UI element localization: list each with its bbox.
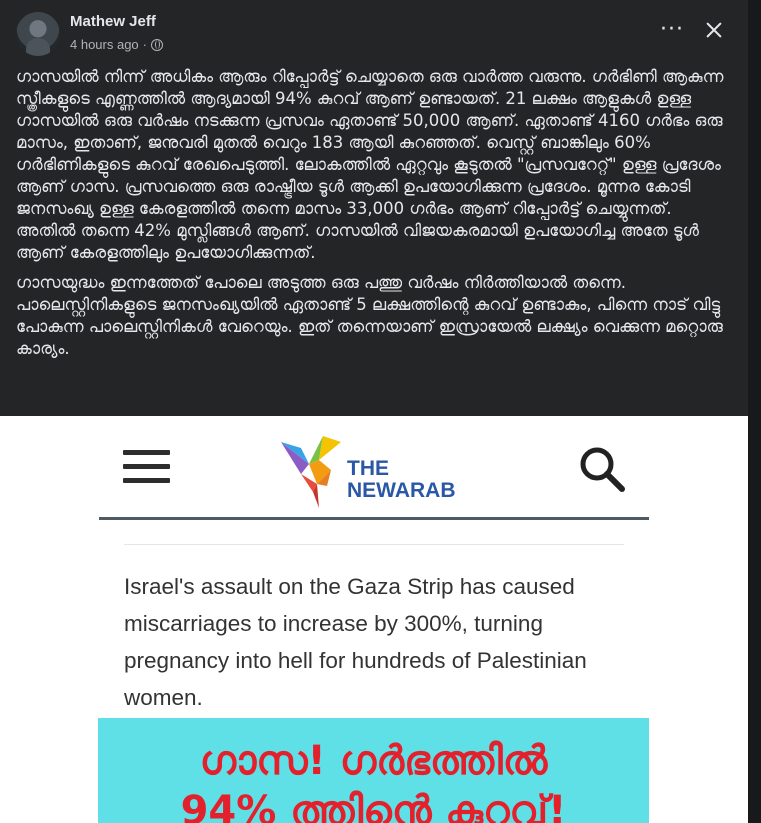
more-options-icon[interactable]: ··· xyxy=(660,19,684,41)
post-paragraph: ഗാസയുദ്ധം ഇന്നത്തേത് പോലെ അടുത്ത ഒരു പത്… xyxy=(16,273,723,358)
post-image[interactable]: THE NEWARAB Israel's assault on the Gaza… xyxy=(0,416,748,823)
author-name[interactable]: Mathew Jeff xyxy=(70,13,156,30)
author-avatar[interactable] xyxy=(16,12,60,56)
meta-separator: · xyxy=(142,37,148,52)
malayalam-banner: ഗാസ! ഗർഭത്തിൽ 94% ത്തിന്റെ കുറവ്! xyxy=(98,718,649,823)
post-meta: 4 hours ago · xyxy=(70,37,164,52)
facebook-post: Mathew Jeff 4 hours ago · ··· ഗാസയിൽ നിന… xyxy=(0,0,748,823)
close-icon[interactable] xyxy=(702,18,726,42)
banner-line-2: 94% ത്തിന്റെ കുറവ്! xyxy=(180,788,567,823)
article-headline: Israel's assault on the Gaza Strip has c… xyxy=(124,574,587,710)
post-body: ഗാസയിൽ നിന്ന് അധികം ആരും റിപ്പോർട്ട് ചെയ… xyxy=(16,66,734,368)
post-paragraph: ഗാസയിൽ നിന്ന് അധികം ആരും റിപ്പോർട്ട് ചെയ… xyxy=(16,67,724,262)
divider xyxy=(124,544,624,545)
bird-logo-icon xyxy=(281,436,341,508)
logo-line-1: THE xyxy=(347,457,389,480)
page-background-strip xyxy=(748,0,761,823)
search-icon xyxy=(580,447,625,492)
banner-line-1: ഗാസ! ഗർഭത്തിൽ xyxy=(199,738,548,784)
article-nav-bar: THE NEWARAB xyxy=(99,416,649,520)
logo-text: THE NEWARAB xyxy=(347,458,456,502)
globe-icon xyxy=(151,38,164,51)
newarab-logo: THE NEWARAB xyxy=(279,434,479,510)
logo-line-2: NEWARAB xyxy=(347,479,456,502)
hamburger-menu-icon xyxy=(123,450,170,484)
post-timestamp[interactable]: 4 hours ago xyxy=(70,37,139,52)
banner-text: ഗാസ! ഗർഭത്തിൽ 94% ത്തിന്റെ കുറവ്! xyxy=(98,718,649,823)
post-header: Mathew Jeff 4 hours ago · ··· xyxy=(16,12,736,56)
